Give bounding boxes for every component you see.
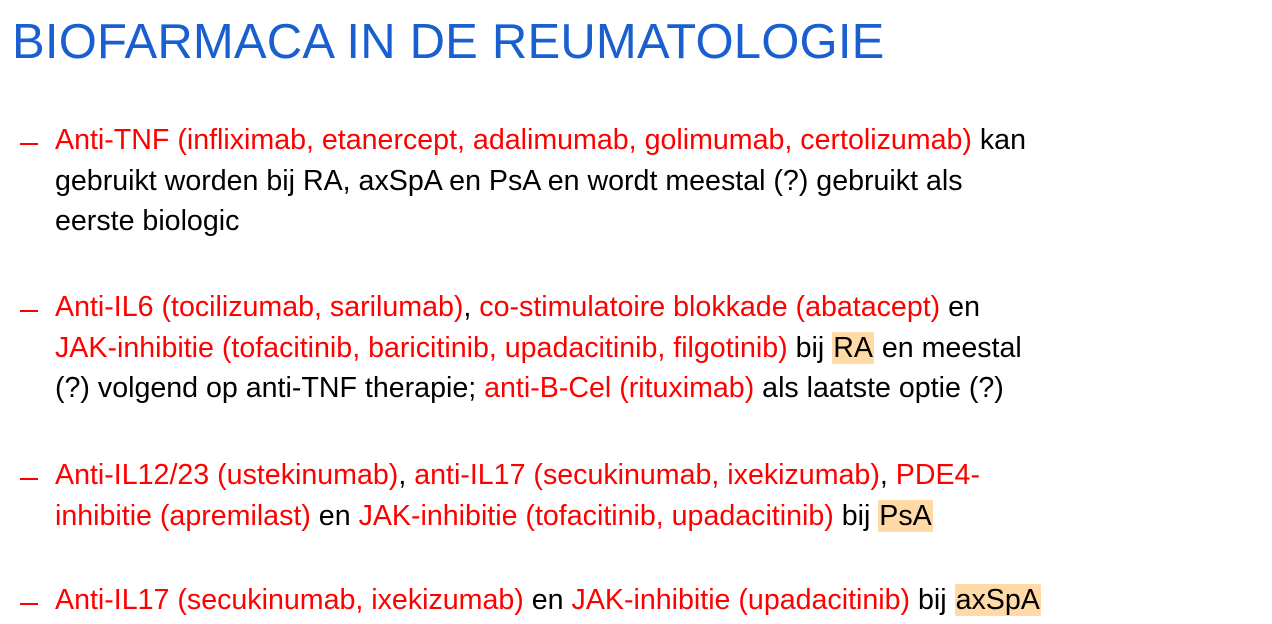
highlighted-term: axSpA (954, 584, 1041, 616)
body-text: eerste biologic (55, 205, 240, 237)
bullet-line: inhibitie (apremilast) en JAK-inhibitie … (55, 496, 933, 536)
slide-title: BIOFARMACA IN DE REUMATOLOGIE (12, 15, 885, 69)
body-text: , (398, 459, 415, 491)
body-text: bij (787, 331, 833, 364)
bullet-line: (?) volgend op anti-TNF therapie; anti-B… (55, 368, 1004, 408)
body-text: en meestal (873, 331, 1022, 364)
body-text: , (879, 459, 896, 491)
drug-class-text: Anti-IL6 (tocilizumab, sarilumab) (55, 291, 464, 323)
body-text: en (523, 584, 572, 616)
highlighted-term: PsA (878, 499, 933, 532)
body-text: , (463, 291, 480, 323)
bullet-line: Anti-IL17 (secukinumab, ixekizumab) en J… (55, 580, 1041, 620)
dash-bullet-icon (20, 603, 38, 605)
body-text: als laatste optie (?) (754, 372, 1004, 404)
drug-class-text: co-stimulatoire blokkade (abatacept) (479, 291, 941, 323)
bullet-line: Anti-IL12/23 (ustekinumab), anti-IL17 (s… (55, 455, 980, 495)
body-text: kan (971, 124, 1026, 156)
bullet-line: Anti-TNF (infliximab, etanercept, adalim… (55, 120, 1026, 160)
dash-bullet-icon (20, 143, 38, 145)
drug-class-text: JAK-inhibitie (upadacitinib) (571, 584, 911, 616)
drug-class-text: anti-B-Cel (rituximab) (484, 372, 755, 404)
bullet-line: JAK-inhibitie (tofacitinib, baricitinib,… (55, 328, 1022, 368)
bullet-line: eerste biologic (55, 201, 239, 241)
body-text: bij (910, 584, 955, 616)
drug-class-text: inhibitie (apremilast) (55, 499, 311, 532)
body-text: en (310, 499, 359, 532)
body-text: (?) volgend op anti-TNF therapie; (55, 372, 485, 404)
bullet-line: Anti-IL6 (tocilizumab, sarilumab), co-st… (55, 287, 980, 327)
drug-class-text: JAK-inhibitie (tofacitinib, baricitinib,… (55, 331, 788, 364)
drug-class-text: JAK-inhibitie (tofacitinib, upadacitinib… (358, 499, 834, 532)
drug-class-text: Anti-IL12/23 (ustekinumab) (55, 459, 399, 491)
drug-class-text: Anti-TNF (infliximab, etanercept, adalim… (55, 124, 972, 156)
drug-class-text: PDE4- (895, 459, 980, 491)
bullet-line: gebruikt worden bij RA, axSpA en PsA en … (55, 161, 963, 201)
drug-class-text: Anti-IL17 (secukinumab, ixekizumab) (55, 584, 524, 616)
drug-class-text: anti-IL17 (secukinumab, ixekizumab) (414, 459, 880, 491)
dash-bullet-icon (20, 478, 38, 480)
body-text: en (940, 291, 980, 323)
body-text: gebruikt worden bij RA, axSpA en PsA en … (55, 164, 963, 197)
dash-bullet-icon (20, 310, 38, 312)
body-text: bij (833, 499, 879, 532)
highlighted-term: RA (832, 331, 874, 364)
